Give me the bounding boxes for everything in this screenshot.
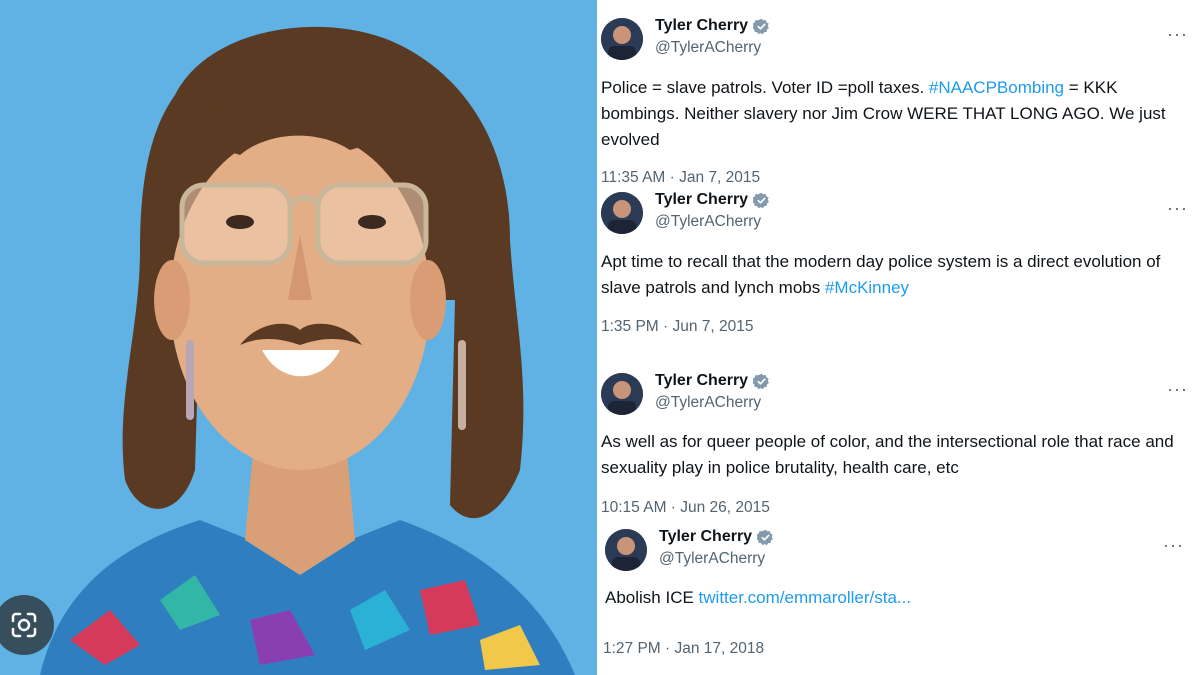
portrait-illustration <box>0 0 597 675</box>
tweet-timestamp[interactable]: 1:35 PM · Jun 7, 2015 <box>601 318 754 336</box>
avatar[interactable] <box>601 18 643 60</box>
tweet-text-segment: As well as for queer people of color, an… <box>601 432 1174 477</box>
tweet-text: Apt time to recall that the modern day p… <box>601 249 1193 301</box>
tweet-text: Police = slave patrols. Voter ID =poll t… <box>601 75 1193 153</box>
more-options-icon[interactable]: ··· <box>1167 198 1188 219</box>
author-name[interactable]: Tyler Cherry <box>655 191 748 209</box>
tweet-header: Tyler Cherry @TylerACherry ··· <box>597 14 1200 64</box>
tweets-panel: Tyler Cherry @TylerACherry ··· Police = … <box>597 0 1200 675</box>
tweet-header: Tyler Cherry @TylerACherry ··· <box>597 369 1200 419</box>
avatar[interactable] <box>601 192 643 234</box>
hashtag-link[interactable]: #NAACPBombing <box>929 78 1064 97</box>
tweet-text: As well as for queer people of color, an… <box>601 429 1193 481</box>
tweet-timestamp[interactable]: 10:15 AM · Jun 26, 2015 <box>601 499 770 517</box>
tweet-timestamp[interactable]: 11:35 AM · Jan 7, 2015 <box>601 169 760 187</box>
tweet-header: Tyler Cherry @TylerACherry ··· <box>597 188 1200 238</box>
verified-badge-icon <box>753 373 770 390</box>
verified-badge-icon <box>753 192 770 209</box>
verified-badge-icon <box>753 18 770 35</box>
tweet-card[interactable]: Tyler Cherry @TylerACherry ··· Abolish I… <box>597 525 1200 675</box>
more-options-icon[interactable]: ··· <box>1167 379 1188 400</box>
tweet-card[interactable]: Tyler Cherry @TylerACherry ··· As well a… <box>597 369 1200 519</box>
verified-badge-icon <box>757 529 774 546</box>
tweet-card[interactable]: Tyler Cherry @TylerACherry ··· Police = … <box>597 14 1200 194</box>
tweet-text-segment: Abolish ICE <box>605 588 699 607</box>
author-name[interactable]: Tyler Cherry <box>659 528 752 546</box>
author-name[interactable]: Tyler Cherry <box>655 372 748 390</box>
author-handle[interactable]: @TylerACherry <box>655 394 761 412</box>
hashtag-link[interactable]: #McKinney <box>825 278 909 297</box>
tweet-card[interactable]: Tyler Cherry @TylerACherry ··· Apt time … <box>597 188 1200 338</box>
tweet-timestamp[interactable]: 1:27 PM · Jan 17, 2018 <box>603 640 764 658</box>
more-options-icon[interactable]: ··· <box>1163 535 1184 556</box>
tweet-link[interactable]: twitter.com/emmaroller/sta... <box>699 588 912 607</box>
author-handle[interactable]: @TylerACherry <box>659 550 765 568</box>
avatar[interactable] <box>601 373 643 415</box>
tweet-text: Abolish ICE twitter.com/emmaroller/sta..… <box>605 585 1197 611</box>
avatar[interactable] <box>605 529 647 571</box>
author-handle[interactable]: @TylerACherry <box>655 213 761 231</box>
google-lens-icon <box>9 610 39 640</box>
profile-photo <box>0 0 597 675</box>
more-options-icon[interactable]: ··· <box>1167 24 1188 45</box>
author-name[interactable]: Tyler Cherry <box>655 17 748 35</box>
tweet-header: Tyler Cherry @TylerACherry ··· <box>601 525 1200 575</box>
tweet-text-segment: Police = slave patrols. Voter ID =poll t… <box>601 78 929 97</box>
author-handle[interactable]: @TylerACherry <box>655 39 761 57</box>
